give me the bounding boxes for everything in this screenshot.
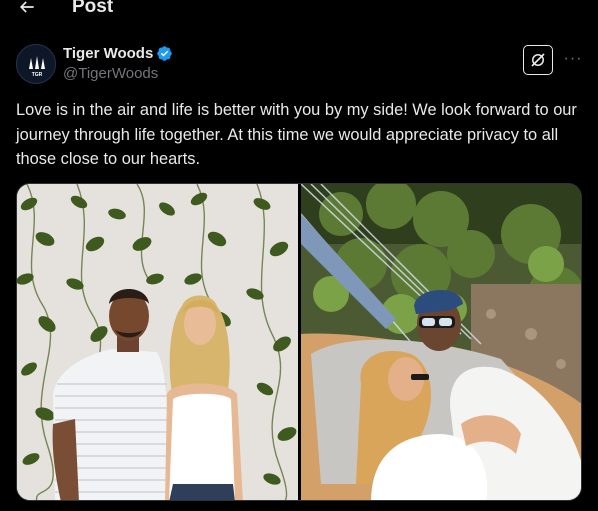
photo-couple-hammock[interactable] <box>301 184 581 500</box>
page-title: Post <box>72 0 114 17</box>
arrow-left-icon <box>19 1 34 13</box>
top-bar: Post <box>0 0 598 22</box>
display-name-row: Tiger Woods <box>63 45 173 63</box>
back-button[interactable] <box>14 0 40 20</box>
verified-badge-icon <box>156 45 173 62</box>
tgr-logo-icon: TGR <box>17 45 55 83</box>
post-author: TGR Tiger Woods @TigerWoods <box>16 44 173 84</box>
photo-couple-standing[interactable] <box>17 184 298 500</box>
author-handle[interactable]: @TigerWoods <box>63 64 173 84</box>
more-options-button[interactable]: ··· <box>563 48 583 70</box>
post-text: Love is in the air and life is better wi… <box>16 101 577 168</box>
avatar-logo-text: TGR <box>32 72 43 78</box>
more-horizontal-icon: ··· <box>563 50 583 67</box>
display-name[interactable]: Tiger Woods <box>63 45 153 63</box>
avatar[interactable]: TGR <box>16 44 56 84</box>
grok-icon <box>531 53 545 67</box>
grok-button[interactable] <box>523 45 553 75</box>
author-names: Tiger Woods @TigerWoods <box>63 45 173 84</box>
post-media <box>16 183 582 501</box>
